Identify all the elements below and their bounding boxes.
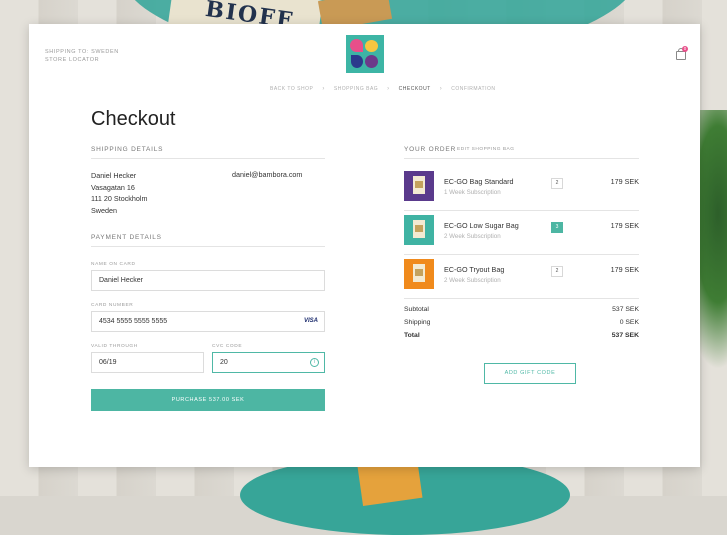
shipping-name: Daniel Hecker (91, 171, 137, 180)
bag-count-badge: 0 (682, 46, 688, 52)
item-subscription: 1 Week Subscription (444, 189, 501, 196)
card-number-input[interactable]: 4534 5555 5555 5555 VISA (91, 311, 325, 332)
order-item: EC-GO Tryout Bag 2 Week Subscription 2 1… (404, 254, 639, 298)
product-pack-label (415, 225, 423, 232)
order-item: EC-GO Low Sugar Bag 2 Week Subscription … (404, 210, 639, 254)
total-row: Total 537 SEK (404, 332, 639, 339)
item-price: 179 SEK (610, 265, 639, 274)
subtotal-value: 537 SEK (612, 306, 639, 313)
add-gift-code-button[interactable]: ADD GIFT CODE (484, 363, 576, 384)
chevron-right-icon: › (322, 86, 325, 92)
info-icon[interactable]: i (310, 358, 319, 367)
logo-shape-o (365, 55, 378, 68)
cvc-code-label: CVC CODE (212, 344, 243, 349)
logo-shape-g (351, 55, 363, 68)
total-label: Total (404, 332, 420, 339)
checkout-card: SHIPPING TO: SWEDEN STORE LOCATOR 0 BACK… (29, 24, 700, 467)
divider (91, 246, 325, 247)
item-name: EC-GO Bag Standard (444, 177, 514, 186)
item-quantity[interactable]: 2 (551, 178, 563, 189)
subtotal-row: Subtotal 537 SEK (404, 306, 639, 313)
shipping-address: Daniel Hecker Vasagatan 16 111 20 Stockh… (91, 170, 147, 216)
shipping-locale: SHIPPING TO: SWEDEN STORE LOCATOR (45, 48, 119, 64)
order-item: EC-GO Bag Standard 1 Week Subscription 2… (404, 166, 639, 210)
breadcrumb-checkout: CHECKOUT (398, 86, 431, 92)
divider (91, 158, 325, 159)
your-order-heading: YOUR ORDER (404, 146, 457, 153)
item-subscription: 2 Week Subscription (444, 277, 501, 284)
valid-through-value: 06/19 (99, 359, 117, 366)
name-on-card-value: Daniel Hecker (99, 277, 143, 284)
ecgo-logo[interactable] (346, 35, 384, 73)
breadcrumb: BACK TO SHOP › SHOPPING BAG › CHECKOUT ›… (270, 86, 495, 92)
breadcrumb-confirmation: CONFIRMATION (451, 86, 496, 92)
item-name: EC-GO Low Sugar Bag (444, 221, 519, 230)
divider (404, 298, 639, 299)
background-plant (700, 110, 727, 370)
product-pack-label (415, 269, 423, 276)
card-number-label: CARD NUMBER (91, 303, 134, 308)
item-price: 179 SEK (610, 221, 639, 230)
shipping-label: Shipping (404, 319, 431, 326)
name-on-card-input[interactable]: Daniel Hecker (91, 270, 325, 291)
total-value: 537 SEK (611, 332, 639, 339)
subtotal-label: Subtotal (404, 306, 429, 313)
shipping-country: Sweden (91, 205, 117, 215)
shopping-bag-icon[interactable] (676, 51, 686, 60)
chevron-right-icon: › (387, 86, 390, 92)
shipping-street: Vasagatan 16 (91, 182, 135, 192)
payment-details-heading: PAYMENT DETAILS (91, 234, 162, 241)
item-quantity[interactable]: 3 (551, 222, 563, 233)
shipping-row: Shipping 0 SEK (404, 319, 639, 326)
breadcrumb-shopping-bag[interactable]: SHOPPING BAG (334, 86, 378, 92)
valid-through-input[interactable]: 06/19 (91, 352, 204, 373)
shipping-email: daniel@bambora.com (232, 170, 303, 179)
product-thumbnail (404, 215, 434, 245)
item-name: EC-GO Tryout Bag (444, 265, 505, 274)
store-locator-link[interactable]: STORE LOCATOR (45, 56, 119, 64)
logo-shape-e (350, 39, 363, 52)
item-quantity[interactable]: 2 (551, 266, 563, 277)
shipping-to-link[interactable]: SHIPPING TO: SWEDEN (45, 48, 119, 56)
chevron-right-icon: › (439, 86, 443, 92)
item-price: 179 SEK (610, 177, 639, 186)
edit-shopping-bag-link[interactable]: EDIT SHOPPING BAG (457, 147, 514, 152)
item-subscription: 2 Week Subscription (444, 233, 501, 240)
product-thumbnail (404, 259, 434, 289)
logo-shape-c (365, 40, 378, 52)
page-title: Checkout (91, 108, 176, 130)
visa-icon: VISA (303, 318, 318, 324)
product-thumbnail (404, 171, 434, 201)
name-on-card-label: NAME ON CARD (91, 262, 136, 267)
divider (404, 158, 639, 159)
cvc-code-input[interactable]: 20 i (212, 352, 325, 373)
purchase-button[interactable]: PURCHASE 537.00 SEK (91, 389, 325, 411)
cvc-code-value: 20 (220, 359, 228, 366)
shipping-value: 0 SEK (619, 319, 639, 326)
shipping-city: 111 20 Stockholm (91, 194, 148, 203)
valid-through-label: VALID THROUGH (91, 344, 138, 349)
product-pack-label (415, 181, 423, 188)
breadcrumb-back-to-shop[interactable]: BACK TO SHOP (270, 86, 313, 92)
card-number-value: 4534 5555 5555 5555 (99, 318, 168, 325)
shipping-details-heading: SHIPPING DETAILS (91, 146, 164, 153)
